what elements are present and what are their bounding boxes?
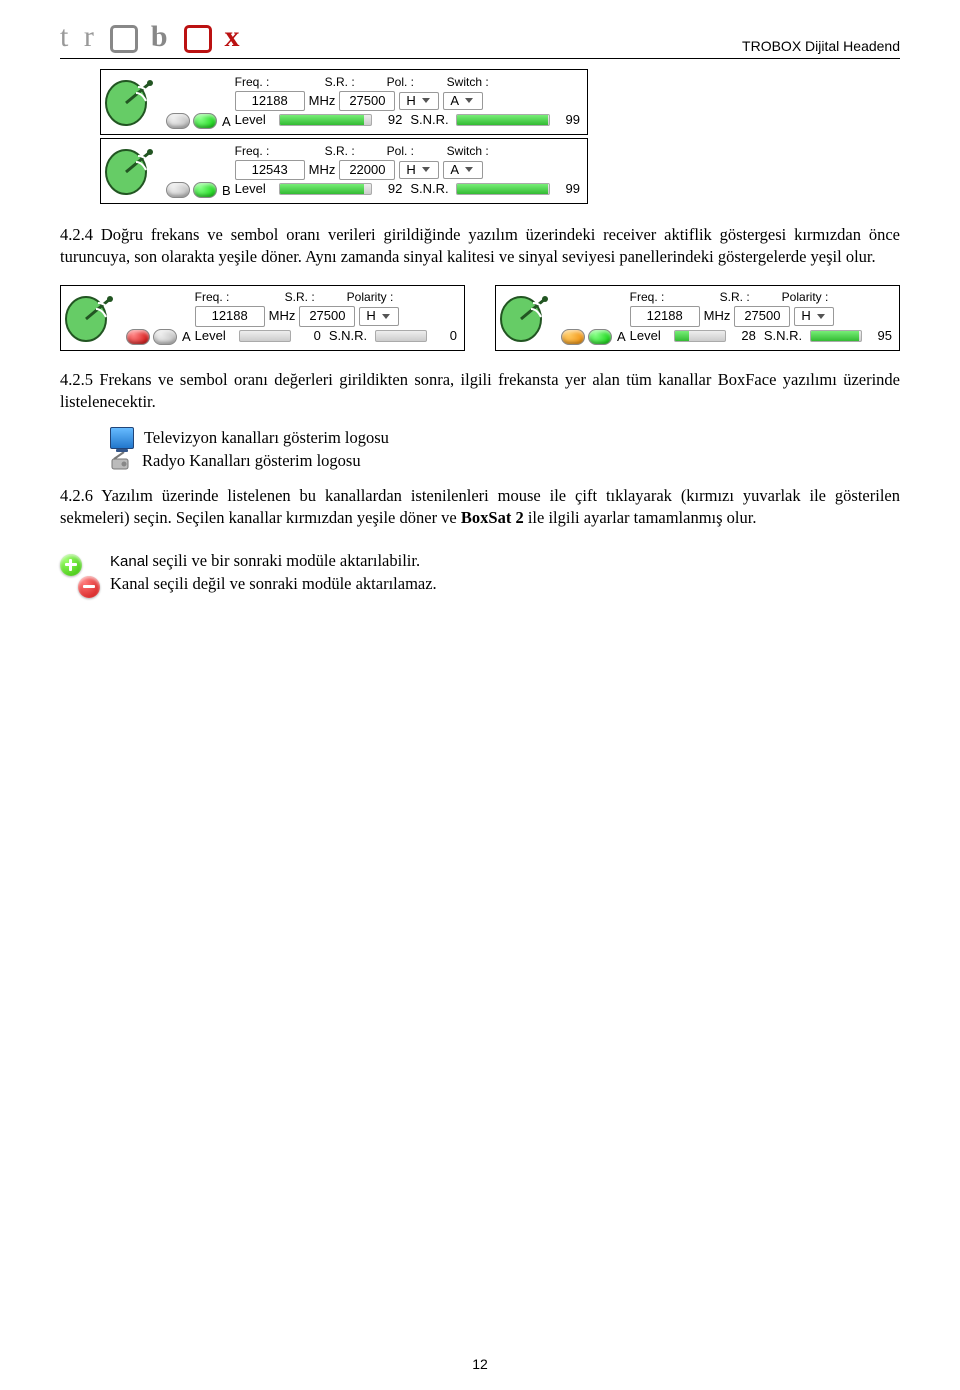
switch-select[interactable]: A	[443, 92, 483, 110]
paragraph-4-2-6: 4.2.6 Yazılım üzerinde listelenen bu kan…	[60, 485, 900, 530]
status-led-2	[153, 329, 177, 345]
tuner-panel-b: B Freq. : S.R. : Pol. : Switch : 12543 M…	[100, 138, 588, 204]
status-led-2	[193, 113, 217, 129]
snr-bar	[456, 114, 550, 126]
status-led-2	[588, 329, 612, 345]
snr-value: 99	[554, 113, 580, 127]
tuner-panels-compare: A Freq. : S.R. : Polarity : 12188 MHz 27…	[60, 285, 900, 351]
tv-icon	[110, 427, 134, 449]
sr-label: S.R. :	[325, 75, 355, 89]
pm-selected-text: seçili ve bir sonraki modüle aktarılabil…	[153, 551, 421, 570]
channel-label: B	[222, 184, 231, 198]
dish-icon	[64, 289, 122, 347]
tuner-panels-top: A Freq. : S.R. : Pol. : Switch : 12188 M…	[100, 69, 900, 204]
pol-select[interactable]: H	[794, 307, 834, 325]
doc-title: TROBOX Dijital Headend	[742, 38, 900, 54]
freq-input[interactable]: 12188	[235, 91, 305, 111]
dish-icon	[104, 73, 162, 131]
level-bar	[279, 183, 373, 195]
dish-icon	[499, 289, 557, 347]
status-led-1	[126, 329, 150, 345]
status-led-2	[193, 182, 217, 198]
pol-select[interactable]: H	[359, 307, 399, 325]
freq-input[interactable]: 12188	[195, 306, 265, 326]
trobox-logo: t r b x	[60, 20, 244, 54]
plus-minus-icon	[60, 554, 100, 598]
switch-select[interactable]: A	[443, 161, 483, 179]
level-bar	[239, 330, 291, 342]
status-led-1	[561, 329, 585, 345]
snr-bar	[375, 330, 427, 342]
tv-legend-text: Televizyon kanalları gösterim logosu	[144, 428, 389, 448]
sr-input[interactable]: 22000	[339, 160, 395, 180]
sr-input[interactable]: 27500	[734, 306, 790, 326]
sr-input[interactable]: 27500	[339, 91, 395, 111]
pol-select[interactable]: H	[399, 161, 439, 179]
level-bar	[279, 114, 373, 126]
tuner-panel-red: A Freq. : S.R. : Polarity : 12188 MHz 27…	[60, 285, 465, 351]
snr-bar	[456, 183, 550, 195]
tv-legend: Televizyon kanalları gösterim logosu	[110, 427, 900, 449]
switch-label: Switch :	[447, 75, 489, 89]
channel-label: A	[222, 115, 231, 129]
level-label: Level	[235, 113, 275, 127]
pol-select[interactable]: H	[399, 92, 439, 110]
pol-label: Pol. :	[387, 75, 414, 89]
freq-input[interactable]: 12188	[630, 306, 700, 326]
tuner-panel-a: A Freq. : S.R. : Pol. : Switch : 12188 M…	[100, 69, 588, 135]
pm-unselected-text: Kanal seçili değil ve sonraki modüle akt…	[110, 574, 437, 594]
mhz-label: MHz	[309, 94, 336, 108]
minus-icon	[78, 576, 100, 598]
level-bar	[674, 330, 726, 342]
freq-label: Freq. :	[235, 75, 270, 89]
paragraph-4-2-4: 4.2.4 Doğru frekans ve sembol oranı veri…	[60, 224, 900, 269]
snr-label: S.N.R.	[410, 113, 452, 127]
radio-icon	[110, 451, 132, 471]
radio-legend-text: Radyo Kanalları gösterim logosu	[142, 451, 361, 471]
sr-input[interactable]: 27500	[299, 306, 355, 326]
dish-icon	[104, 142, 162, 200]
paragraph-4-2-5: 4.2.5 Frekans ve sembol oranı değerleri …	[60, 369, 900, 414]
page-number: 12	[0, 1356, 960, 1372]
status-led-1	[166, 113, 190, 129]
snr-bar	[810, 330, 862, 342]
plus-minus-legend: Kanal seçili ve bir sonraki modüle aktar…	[60, 548, 900, 598]
level-value: 92	[376, 113, 402, 127]
plus-icon	[60, 554, 82, 576]
status-led-1	[166, 182, 190, 198]
freq-input[interactable]: 12543	[235, 160, 305, 180]
page-header: t r b x TROBOX Dijital Headend	[60, 20, 900, 59]
tuner-panel-orange: A Freq. : S.R. : Polarity : 12188 MHz 27…	[495, 285, 900, 351]
radio-legend: Radyo Kanalları gösterim logosu	[110, 451, 900, 471]
